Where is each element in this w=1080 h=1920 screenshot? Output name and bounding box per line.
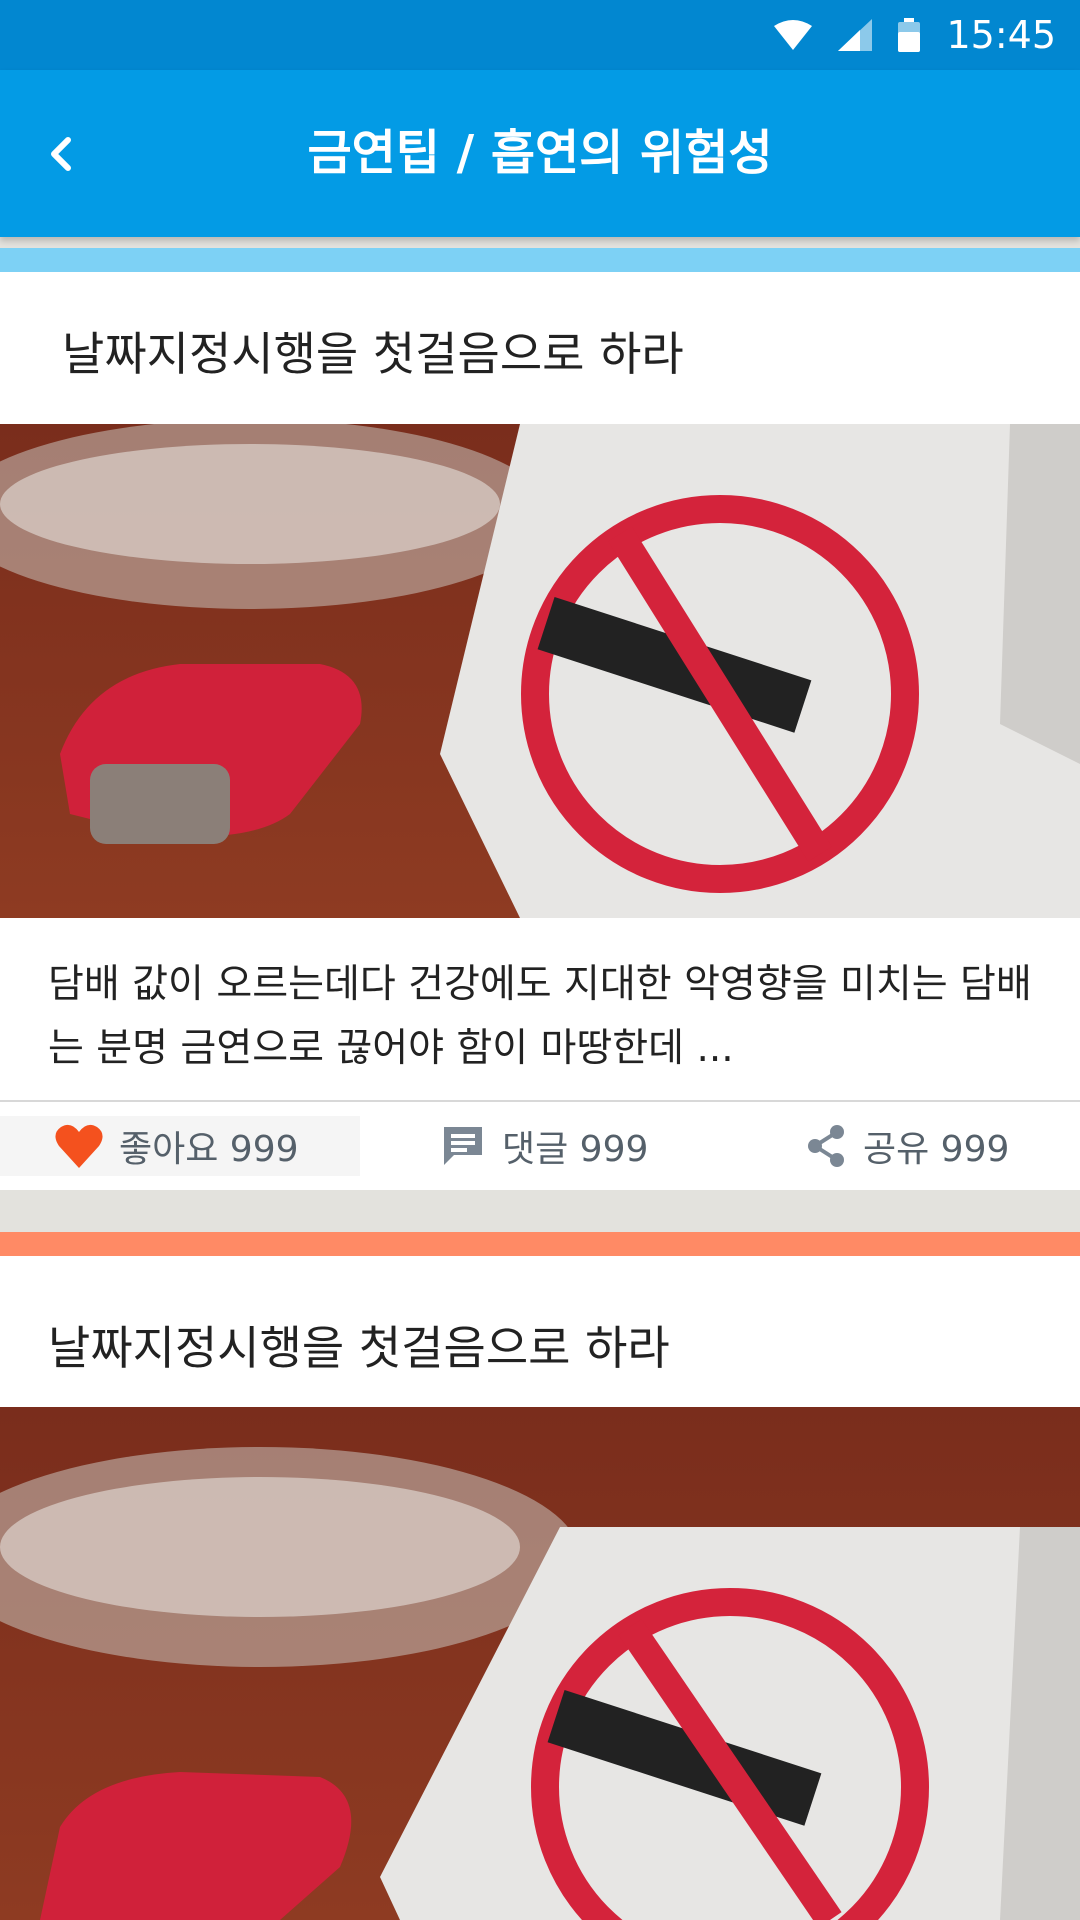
app-bar: 금연팁 / 흡연의 위험성: [0, 70, 1080, 237]
article-card[interactable]: 날짜지정시행을 첫걸음으로 하라 담배 값이 오르는데다 건강에도 지대한 악영…: [0, 248, 1080, 1190]
share-button[interactable]: 공유 999: [805, 1116, 1009, 1176]
card-accent-bar: [0, 1232, 1080, 1256]
share-icon: [808, 1125, 844, 1167]
article-image[interactable]: [0, 424, 1080, 918]
no-smoking-photo: [0, 1407, 1080, 1920]
share-label: 공유 999: [863, 1129, 1010, 1170]
like-button[interactable]: 좋아요 999: [0, 1116, 360, 1176]
comment-icon: [444, 1127, 482, 1165]
no-smoking-photo: [0, 424, 1080, 918]
heart-icon: [55, 1124, 103, 1168]
comment-label: 댓글 999: [502, 1129, 649, 1170]
status-bar: 15:45: [0, 0, 1080, 70]
divider: [0, 1100, 1080, 1102]
card-title[interactable]: 날짜지정시행을 첫걸음으로 하라: [48, 1312, 670, 1378]
card-accent-bar: [0, 248, 1080, 272]
like-label: 좋아요 999: [119, 1129, 299, 1170]
wifi-icon: [774, 20, 813, 50]
battery-icon: [898, 18, 921, 52]
article-card[interactable]: 날짜지정시행을 첫걸음으로 하라: [0, 1232, 1080, 1920]
comment-button[interactable]: 댓글 999: [440, 1116, 648, 1176]
card-title[interactable]: 날짜지정시행을 첫걸음으로 하라: [62, 318, 684, 384]
page-title: 금연팁 / 흡연의 위험성: [307, 125, 773, 181]
card-actions: 좋아요 999 댓글 999 공유 999: [0, 1116, 1080, 1176]
article-image[interactable]: [0, 1407, 1080, 1920]
card-excerpt: 담배 값이 오르는데다 건강에도 지대한 악영향을 미치는 담배는 분명 금연으…: [48, 962, 1032, 1071]
cell-signal-icon: [838, 19, 873, 51]
status-time: 15:45: [946, 13, 1056, 57]
